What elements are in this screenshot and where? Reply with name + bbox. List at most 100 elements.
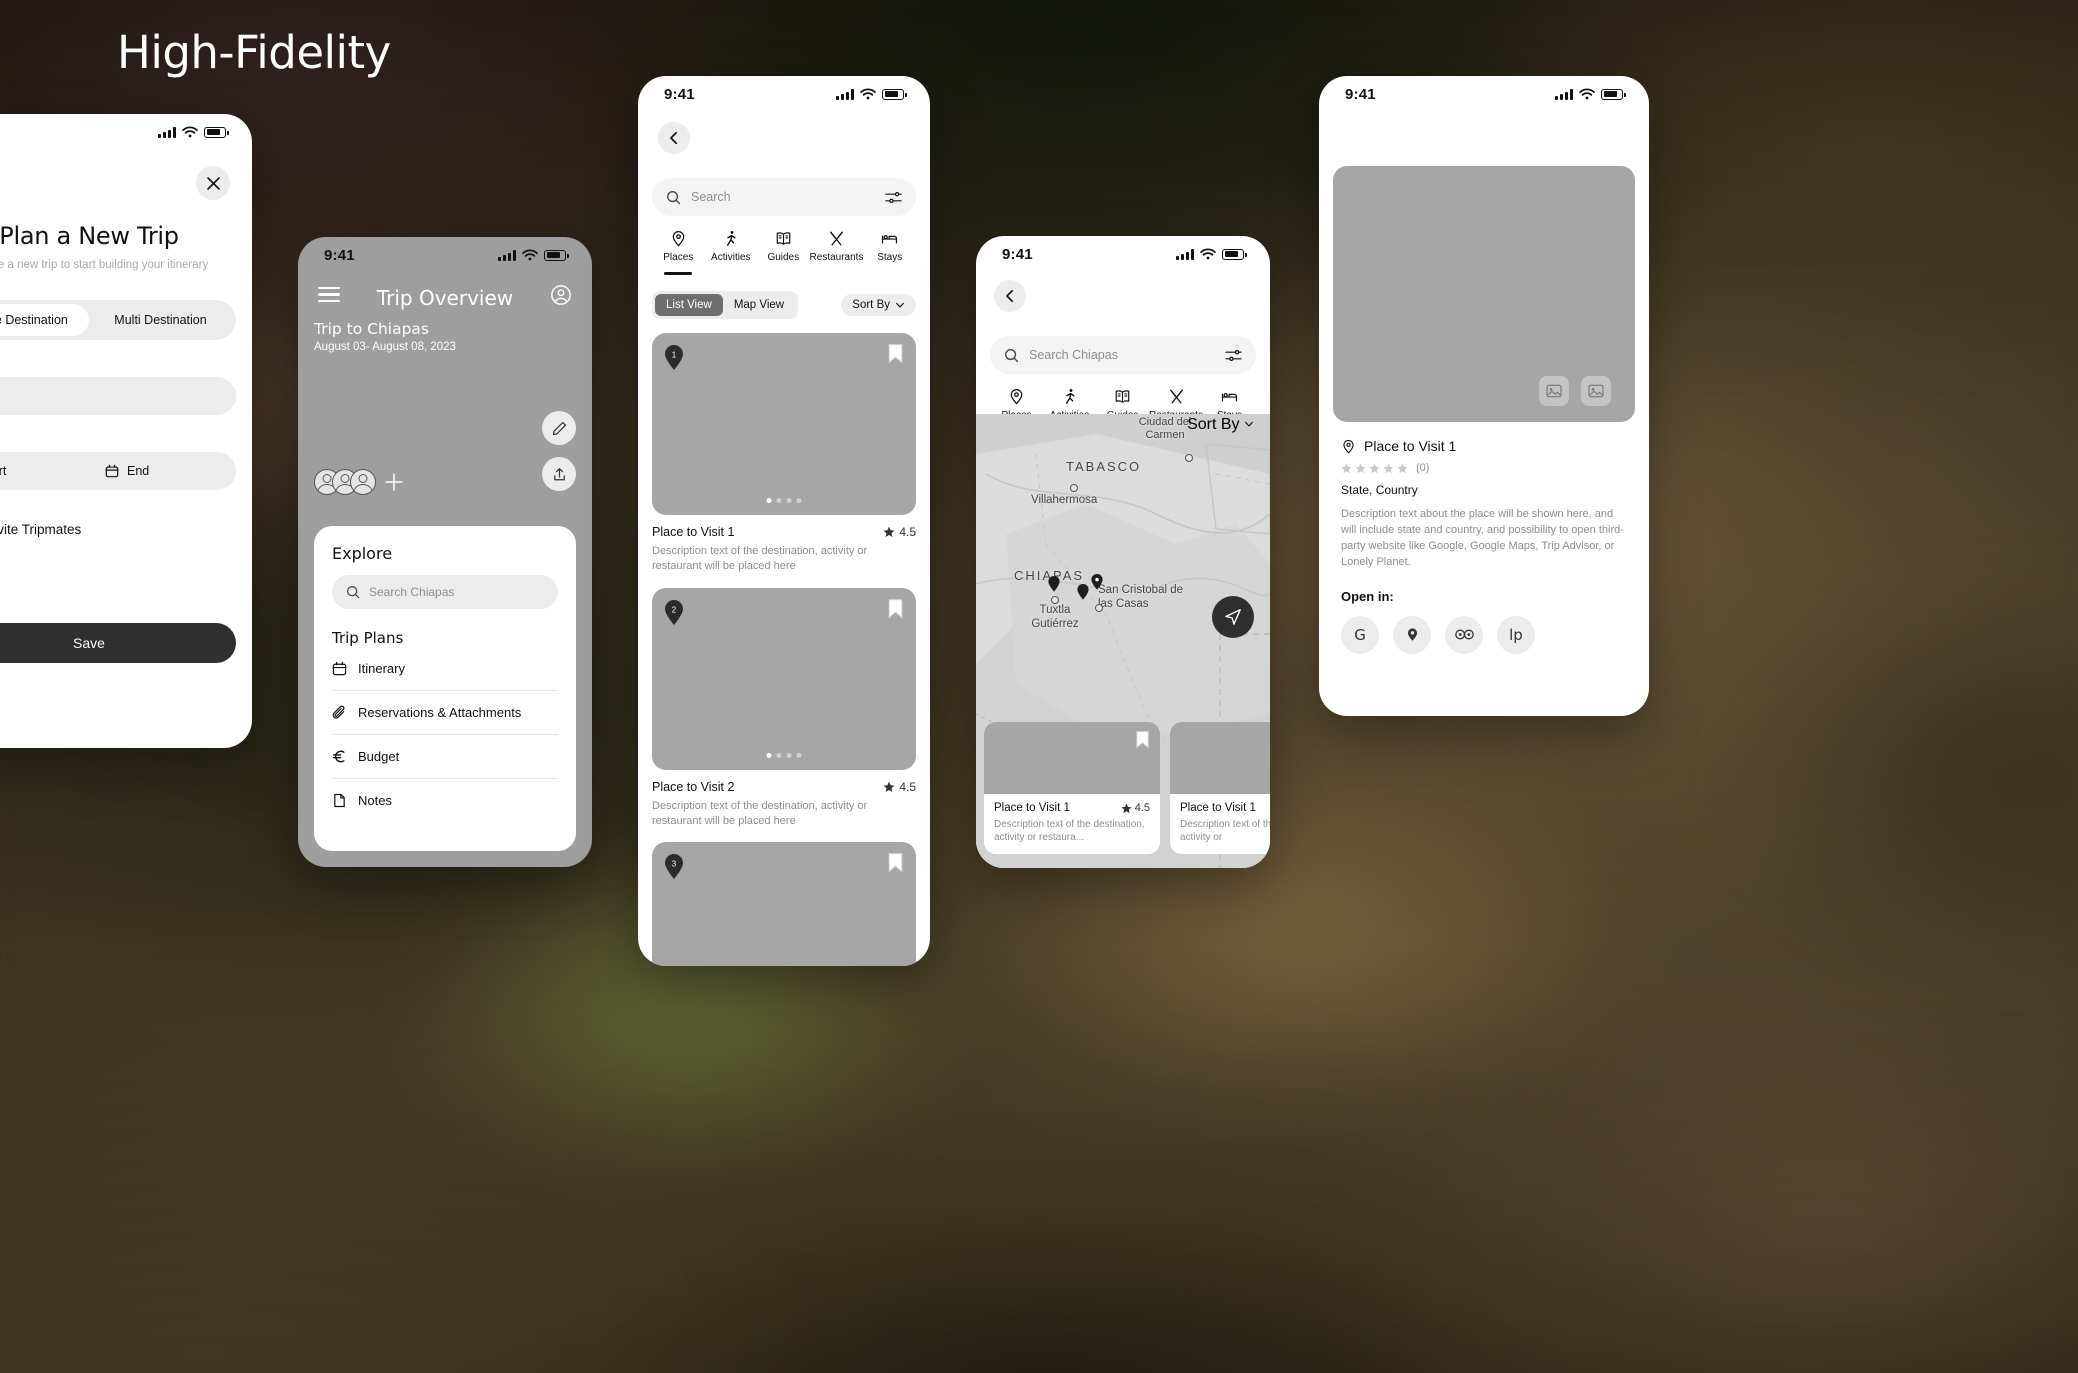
- lonely-planet-icon[interactable]: lp: [1497, 615, 1535, 654]
- add-tripmate-icon[interactable]: [384, 472, 404, 492]
- open-in-apps: G lp: [1341, 615, 1649, 654]
- explore-card: Explore Search Chiapas Trip Plans Itiner…: [314, 526, 576, 851]
- screen-plan-new-trip: 9:41 Plan a New Trip Create a new trip t…: [0, 114, 252, 748]
- tripmate-avatars[interactable]: [314, 469, 376, 495]
- menu-item-label: Notes: [358, 793, 392, 808]
- status-bar: 9:41: [976, 236, 1270, 272]
- bookmark-icon[interactable]: [1135, 730, 1150, 749]
- sort-by-label: Sort By: [852, 299, 890, 311]
- star-icon: [883, 526, 895, 537]
- menu-item-itinerary[interactable]: Itinerary: [332, 647, 558, 691]
- map-city-dot: [1051, 596, 1059, 604]
- bookmark-icon[interactable]: [887, 598, 904, 619]
- result-rating-value: 4.5: [899, 525, 916, 539]
- battery-icon: [1222, 248, 1247, 260]
- segment-multi-destination[interactable]: Multi Destination: [89, 304, 232, 336]
- segment-single-destination[interactable]: Single Destination: [0, 303, 89, 336]
- map-pin-badge-icon: 1: [665, 345, 683, 370]
- map-card-image: [984, 722, 1160, 794]
- place-title-row: Place to Visit 1: [1341, 438, 1649, 454]
- result-image-3[interactable]: 3: [652, 842, 916, 966]
- explore-search-input[interactable]: Search Chiapas: [332, 575, 558, 609]
- start-date-input[interactable]: Start: [0, 464, 89, 478]
- bookmark-icon[interactable]: [887, 343, 904, 364]
- result-image-2[interactable]: 2: [652, 587, 916, 770]
- share-trip-button[interactable]: [542, 457, 576, 491]
- back-button[interactable]: [994, 280, 1026, 312]
- map-city-dot: [1095, 604, 1103, 612]
- result-image-1[interactable]: 1: [652, 333, 916, 515]
- map-card-rating-value: 4.5: [1134, 802, 1150, 814]
- map-card-2[interactable]: Place to Visit 1 Description text of the…: [1170, 722, 1270, 854]
- sort-by-button[interactable]: Sort By: [841, 294, 916, 316]
- chevron-down-icon: [1245, 421, 1253, 427]
- explore-search-placeholder: Search Chiapas: [369, 585, 455, 599]
- place-hero-image[interactable]: [1333, 166, 1635, 422]
- menu-item-notes[interactable]: Notes: [332, 779, 558, 822]
- category-label: Stays: [877, 252, 903, 263]
- map-card-meta: Place to Visit 1 Description text of the…: [1170, 794, 1270, 854]
- menu-item-label: Itinerary: [358, 661, 405, 676]
- menu-item-reservations[interactable]: Reservations & Attachments: [332, 691, 558, 735]
- edit-trip-button[interactable]: [542, 411, 576, 445]
- rating-stars[interactable]: (0): [1341, 462, 1649, 474]
- category-tab-guides[interactable]: Guides: [757, 230, 810, 275]
- chevron-down-icon: [896, 302, 904, 308]
- map-marker-icon[interactable]: [1089, 574, 1105, 590]
- toggle-list-view[interactable]: List View: [655, 294, 723, 316]
- menu-item-budget[interactable]: Budget: [332, 735, 558, 779]
- review-count: (0): [1416, 462, 1430, 474]
- map-card-1[interactable]: Place to Visit 1 4.5 Description text of…: [984, 722, 1160, 854]
- sort-by-button[interactable]: Sort By: [1187, 416, 1254, 434]
- search-input[interactable]: Search: [652, 178, 916, 216]
- account-icon[interactable]: [550, 284, 572, 306]
- star-icon: [1369, 463, 1380, 473]
- category-tab-stays[interactable]: Stays: [863, 230, 916, 275]
- svg-text:2: 2: [672, 605, 677, 614]
- map-card-rating: 4.5: [1121, 802, 1150, 814]
- end-date-input[interactable]: End: [89, 464, 236, 478]
- google-icon[interactable]: G: [1341, 615, 1379, 654]
- back-button[interactable]: [658, 122, 690, 154]
- tripadvisor-icon[interactable]: [1445, 615, 1483, 654]
- paperclip-icon: [332, 705, 345, 719]
- screen2-header-title: Trip Overview: [376, 286, 514, 311]
- screen-map-view: 9:41 Search Chiapas Ciudad del Carmen TA…: [976, 236, 1270, 868]
- category-tab-places[interactable]: Places: [652, 230, 705, 275]
- result-rating: 4.5: [883, 525, 916, 539]
- invite-tripmates-button[interactable]: Invite Tripmates: [0, 514, 252, 546]
- map-marker-icon[interactable]: [1046, 576, 1062, 592]
- trip-dates: August 03- August 08, 2023: [314, 341, 456, 354]
- result-meta-1: Place to Visit 1 4.5 Description text of…: [652, 525, 916, 574]
- wifi-icon: [1579, 88, 1595, 100]
- category-label: Activities: [711, 252, 751, 263]
- calendar-icon: [332, 661, 347, 676]
- destination-input[interactable]: [0, 376, 236, 415]
- place-description: Description text about the place will be…: [1341, 508, 1624, 568]
- filter-icon[interactable]: [1225, 347, 1242, 364]
- dates-label: Dates: [0, 433, 252, 445]
- search-input[interactable]: Search Chiapas: [990, 336, 1256, 374]
- map-card-name: Place to Visit 1: [1180, 802, 1256, 814]
- status-bar: 9:41: [1319, 76, 1649, 112]
- filter-icon[interactable]: [885, 189, 902, 206]
- category-tab-restaurants[interactable]: Restaurants: [810, 230, 863, 275]
- cellular-icon: [1176, 248, 1194, 260]
- bookmark-icon[interactable]: [887, 852, 904, 873]
- wifi-icon: [1200, 248, 1216, 260]
- toggle-map-view[interactable]: Map View: [723, 294, 795, 316]
- category-tab-activities[interactable]: Activities: [705, 230, 758, 275]
- place-name: Place to Visit 1: [1364, 438, 1457, 454]
- close-button[interactable]: [196, 166, 230, 200]
- walking-icon: [1065, 389, 1075, 404]
- map-card-meta: Place to Visit 1 4.5 Description text of…: [984, 794, 1160, 854]
- menu-icon[interactable]: [318, 283, 340, 306]
- locate-me-button[interactable]: [1212, 596, 1254, 638]
- note-icon: [334, 793, 345, 808]
- photo-thumbnail-icon[interactable]: [1539, 376, 1569, 406]
- save-button[interactable]: Save: [0, 623, 236, 663]
- carousel-dots: [766, 752, 802, 758]
- photo-thumbnail-icon[interactable]: [1581, 376, 1611, 406]
- result-rating: 4.5: [883, 780, 916, 794]
- google-maps-icon[interactable]: [1393, 615, 1431, 654]
